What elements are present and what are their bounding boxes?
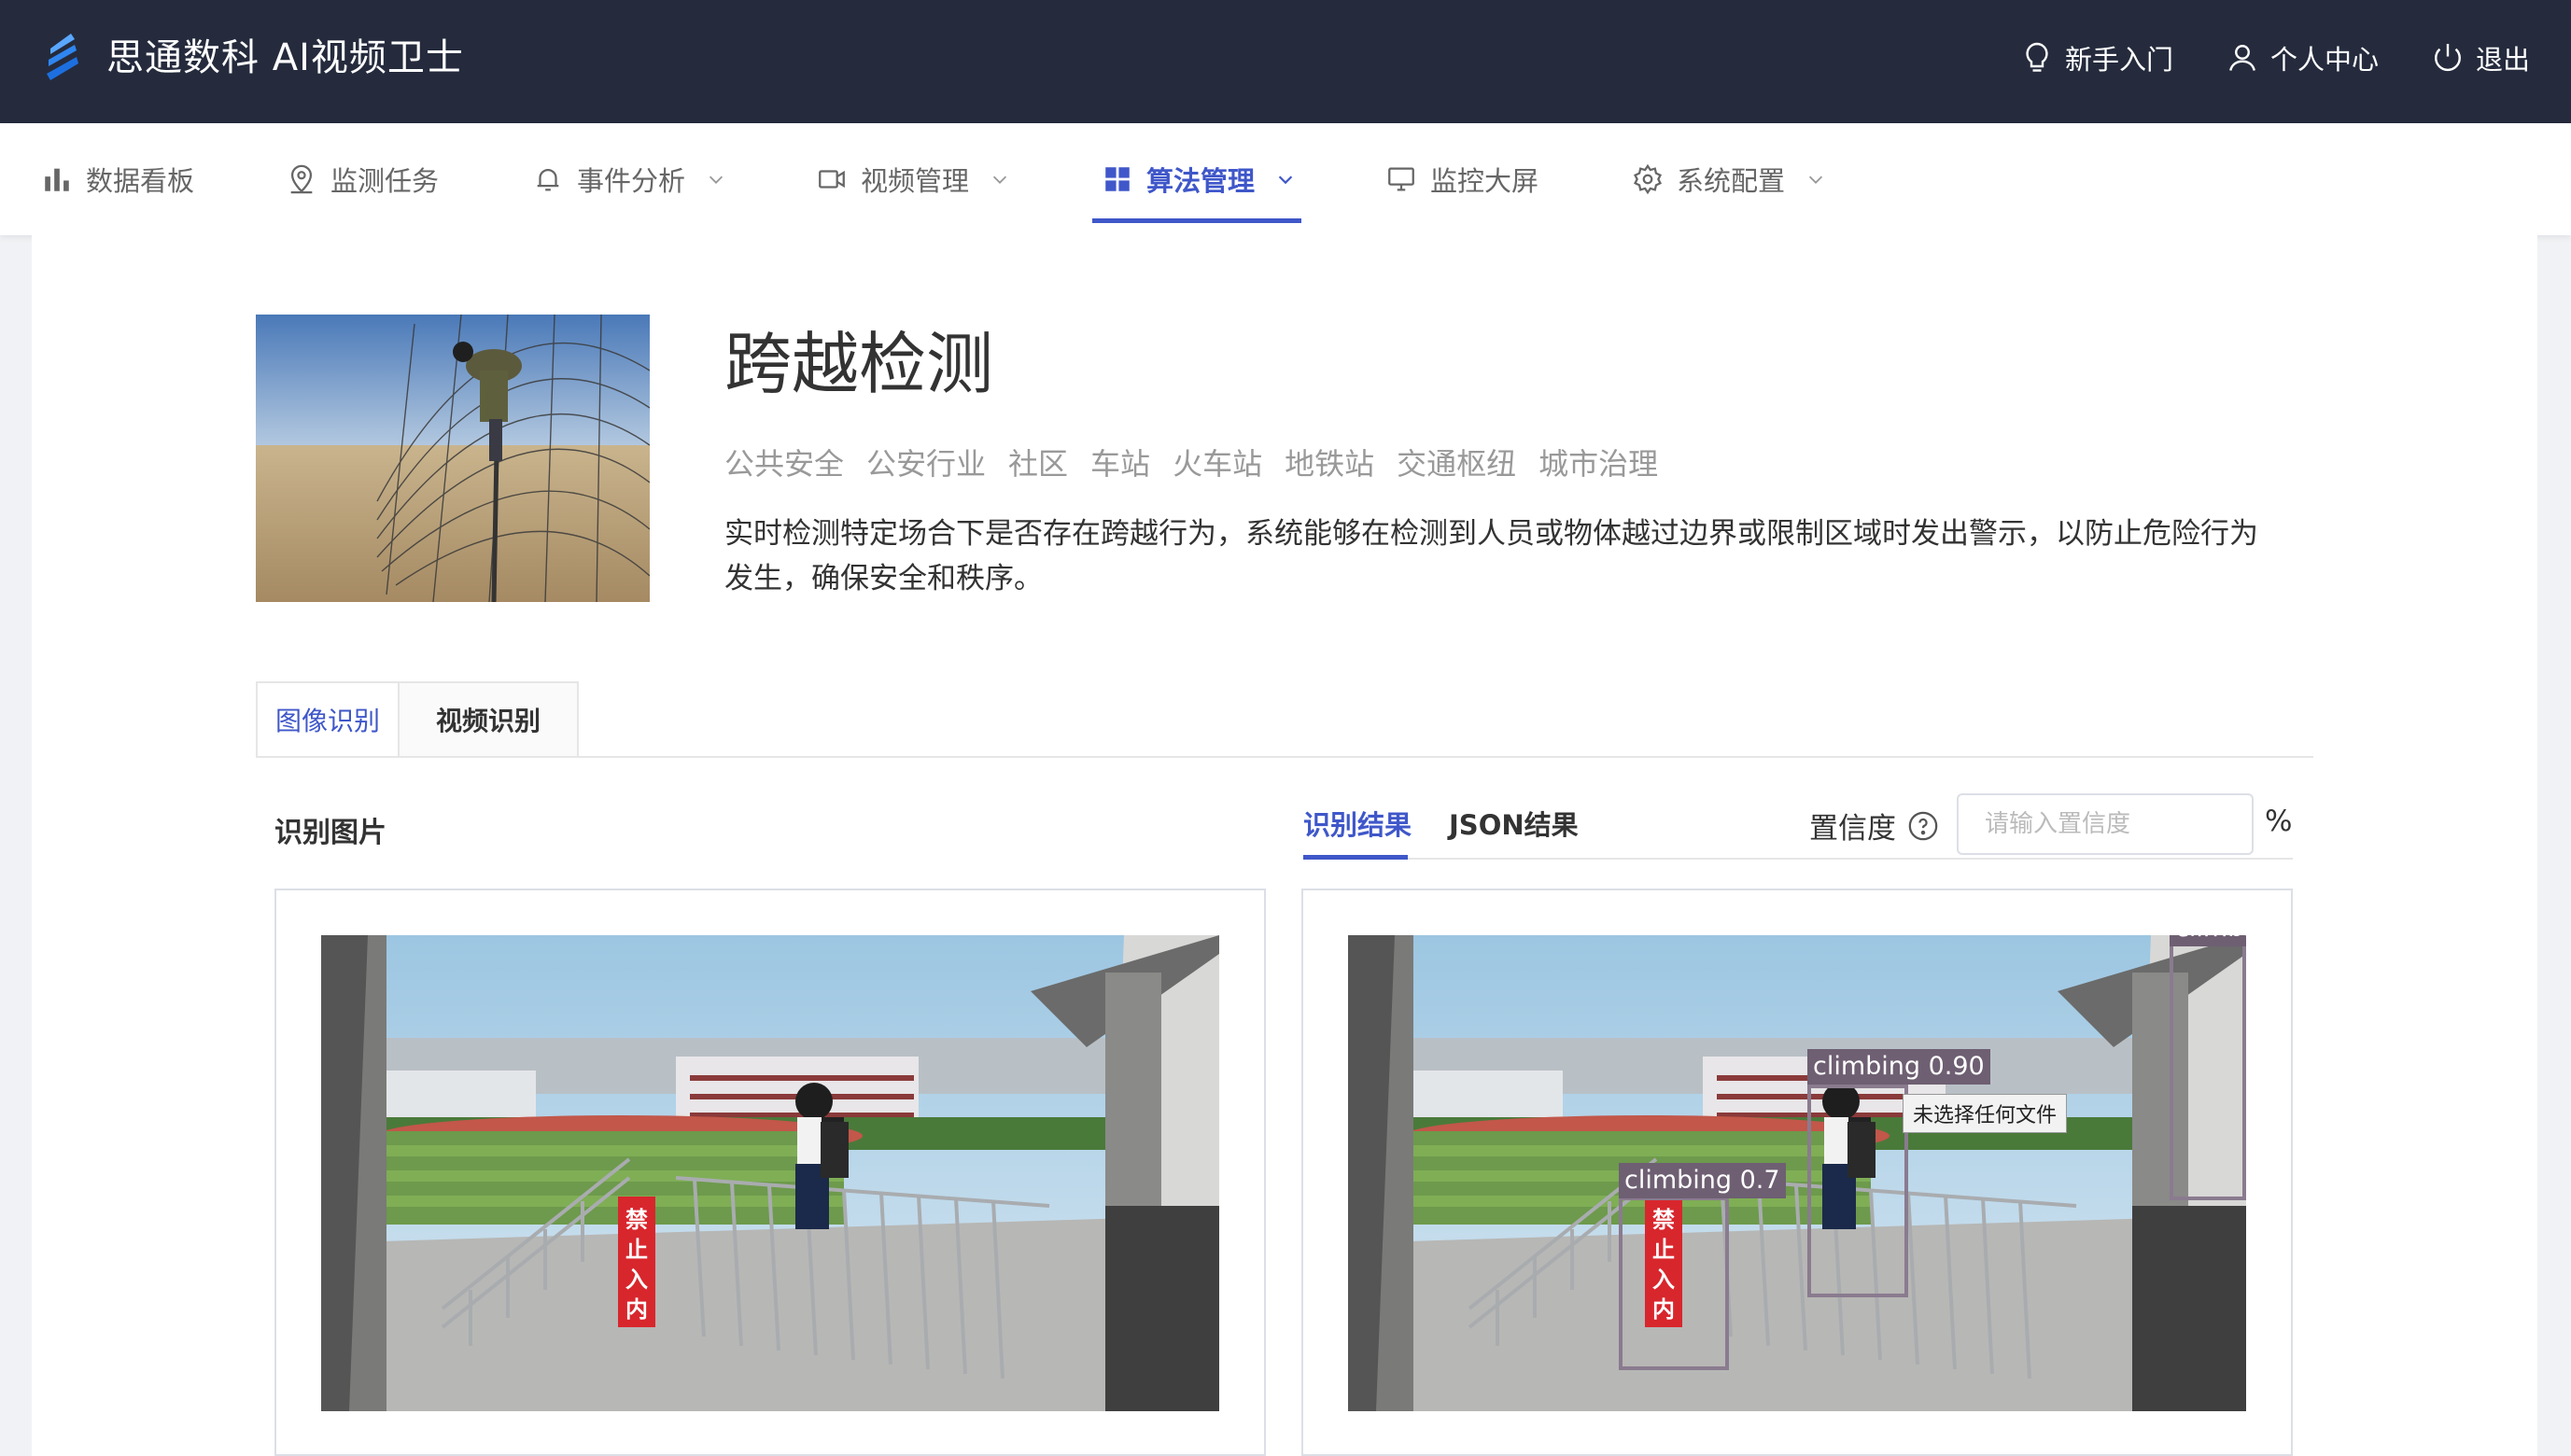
tab-video-recognition[interactable]: 视频识别 xyxy=(400,681,579,758)
percent-unit: % xyxy=(2265,805,2293,838)
getting-started-link[interactable]: 新手入门 xyxy=(2020,38,2173,77)
detection-label: climbing 0.7 xyxy=(1619,1163,1786,1198)
nav-label: 监测任务 xyxy=(330,165,440,197)
top-bar: 思通数科 AI视频卫士 新手入门 个人中心 退出 xyxy=(0,0,2571,123)
grid-icon xyxy=(1105,167,1130,191)
algorithm-tags: 公共安全 公安行业 社区 车站 火车站 地铁站 交通枢纽 城市治理 xyxy=(724,441,1658,483)
result-tabs-divider xyxy=(1303,858,2293,860)
help-icon[interactable] xyxy=(1907,810,1939,842)
detection-label: climbing 0.90 xyxy=(1807,1049,1990,1085)
algorithm-thumbnail xyxy=(256,315,650,602)
tabs-divider xyxy=(256,756,2313,758)
confidence-input[interactable] xyxy=(1957,793,2254,855)
tag: 交通枢纽 xyxy=(1397,446,1517,482)
logout-label: 退出 xyxy=(2475,44,2530,76)
result-image: 禁止入内 climbing 0.7 climbing 0.90 climbing… xyxy=(1348,935,2246,1411)
source-image-label: 识别图片 xyxy=(274,817,386,849)
nav-item-videos[interactable]: 视频管理 xyxy=(816,123,1010,235)
logout-button[interactable]: 退出 xyxy=(2431,38,2530,77)
scene-svg: 禁止入内 xyxy=(1348,935,2246,1411)
algorithm-title: 跨越检测 xyxy=(724,325,994,403)
nav-label: 监控大屏 xyxy=(1430,165,1539,197)
chevron-down-icon xyxy=(709,175,724,184)
getting-started-label: 新手入门 xyxy=(2064,44,2173,76)
confidence-label: 置信度 xyxy=(1809,805,1939,847)
bell-icon xyxy=(537,169,559,191)
chevron-down-icon xyxy=(1278,175,1293,185)
user-icon xyxy=(2229,45,2255,71)
tag: 社区 xyxy=(1008,446,1069,482)
video-icon xyxy=(819,170,845,189)
recognition-tabs: 图像识别 视频识别 xyxy=(256,681,579,758)
detection-box xyxy=(1619,1197,1729,1370)
nav-label: 视频管理 xyxy=(861,165,970,197)
confidence-label-text: 置信度 xyxy=(1809,812,1896,846)
chevron-down-icon xyxy=(992,175,1007,184)
nav-item-dashboard[interactable]: 数据看板 xyxy=(41,123,194,235)
tag: 公共安全 xyxy=(724,446,845,482)
tab-image-recognition[interactable]: 图像识别 xyxy=(256,681,400,758)
nav-label: 系统配置 xyxy=(1677,165,1786,197)
chevron-down-icon xyxy=(1808,175,1823,184)
location-icon xyxy=(290,164,313,194)
tag: 城市治理 xyxy=(1538,446,1659,482)
nav-active-indicator xyxy=(1092,218,1301,223)
nav-item-tasks[interactable]: 监测任务 xyxy=(286,123,439,235)
tag: 公安行业 xyxy=(866,446,987,482)
detection-label: climbing 0.9 xyxy=(2170,935,2246,946)
scene-svg: 禁止入内 xyxy=(321,935,1219,1411)
top-actions: 新手入门 个人中心 退出 xyxy=(2020,32,2530,84)
nav-item-settings[interactable]: 系统配置 xyxy=(1632,123,1826,235)
thumbnail-image xyxy=(256,315,650,602)
file-tooltip: 未选择任何文件 xyxy=(1903,1094,2068,1133)
result-tabs: 识别结果 JSON结果 xyxy=(1303,803,1579,859)
result-tab-indicator xyxy=(1303,855,1408,860)
detection-box xyxy=(2170,935,2246,1200)
nav-label: 数据看板 xyxy=(86,165,195,197)
tag: 车站 xyxy=(1090,446,1151,482)
nav-label: 算法管理 xyxy=(1146,165,1256,197)
logo-icon xyxy=(47,34,78,80)
nav-item-events[interactable]: 事件分析 xyxy=(532,123,726,235)
profile-label: 个人中心 xyxy=(2269,44,2379,76)
power-icon xyxy=(2435,44,2461,72)
nav-label: 事件分析 xyxy=(577,165,686,197)
detection-box xyxy=(1807,1085,1908,1297)
result-image-panel[interactable]: 禁止入内 climbing 0.7 climbing 0.90 climbing… xyxy=(1301,889,2293,1456)
source-image: 禁止入内 xyxy=(321,935,1219,1411)
tab-json-result[interactable]: JSON结果 xyxy=(1449,803,1579,859)
source-image-panel[interactable]: 禁止入内 xyxy=(274,889,1266,1456)
bar-chart-icon xyxy=(45,168,69,191)
nav-item-monitor-screen[interactable]: 监控大屏 xyxy=(1385,123,1538,235)
tab-recognition-result[interactable]: 识别结果 xyxy=(1303,803,1412,859)
tag: 火车站 xyxy=(1173,446,1263,482)
algorithm-description: 实时检测特定场合下是否存在跨越行为，系统能够在检测到人员或物体越过边界或限制区域… xyxy=(724,517,2258,595)
bulb-icon xyxy=(2026,42,2048,72)
app-title: 思通数科 AI视频卫士 xyxy=(106,36,464,79)
tag: 地铁站 xyxy=(1285,446,1375,482)
profile-link[interactable]: 个人中心 xyxy=(2226,38,2379,77)
gear-icon xyxy=(1634,163,1662,195)
monitor-icon xyxy=(1388,167,1414,191)
